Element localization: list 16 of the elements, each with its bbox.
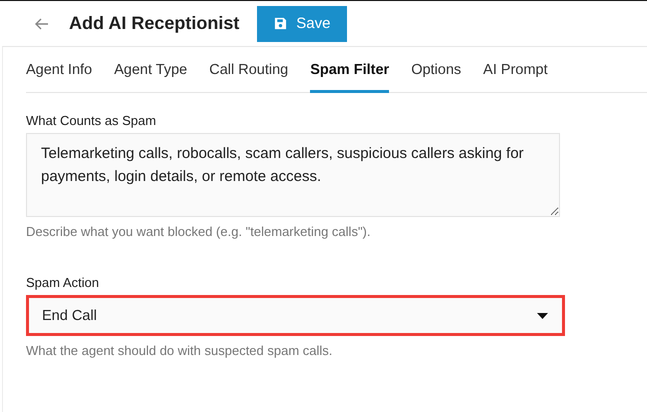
back-arrow-icon [35,18,49,30]
tab[interactable]: Options [411,47,462,93]
field-label: Spam Action [26,275,100,290]
tab[interactable]: Agent Info [26,47,92,93]
help-text: What the agent should do with suspected spam calls. [26,343,334,358]
spam-description-field[interactable]: Telemarketing calls, robocalls, scam callers, suspicious callers asking for payments, login details, or remote access. [26,133,560,217]
dropdown-caret-icon [537,312,548,318]
tab[interactable]: Spam Filter [310,47,390,93]
tab[interactable]: Agent Type [114,47,188,93]
field-label: What Counts as Spam [26,113,158,128]
help-text: Describe what you want blocked (e.g. "telemarketing calls"). [26,224,372,239]
spam-action-select[interactable]: End Call [26,295,565,336]
tab[interactable]: AI Prompt [483,47,548,93]
page-title: Add AI Receptionist [69,13,240,34]
tab[interactable]: Call Routing [209,47,288,93]
save-button[interactable]: Save [257,6,348,42]
